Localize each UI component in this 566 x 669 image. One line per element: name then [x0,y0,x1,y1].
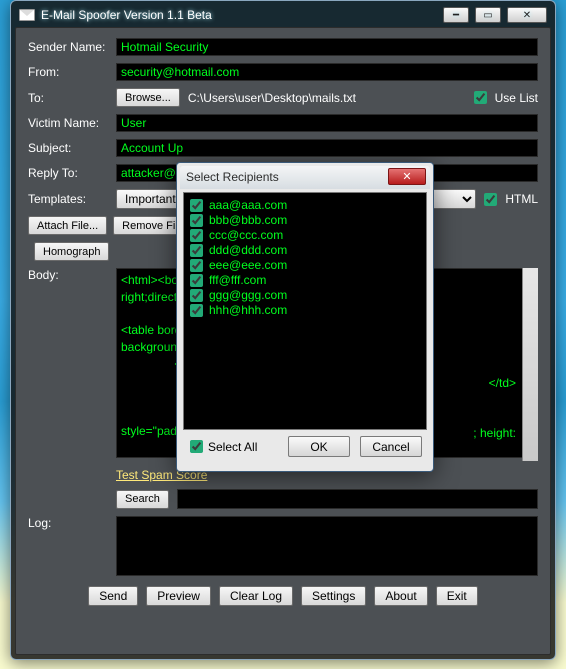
send-button[interactable]: Send [88,586,138,606]
log-area[interactable] [116,516,538,576]
reply-to-label: Reply To: [28,166,108,180]
dialog-close-button[interactable]: ✕ [388,168,426,185]
templates-label: Templates: [28,192,108,206]
clear-log-button[interactable]: Clear Log [219,586,293,606]
homograph-button[interactable]: Homograph [34,242,109,261]
recipient-row[interactable]: ddd@ddd.com [190,243,420,257]
mail-icon [19,9,35,21]
recipient-email: fff@fff.com [209,273,266,287]
titlebar: E-Mail Spoofer Version 1.1 Beta ━ ▭ ✕ [15,5,551,27]
recipient-email: ggg@ggg.com [209,288,287,302]
recipient-row[interactable]: ccc@ccc.com [190,228,420,242]
select-all-checkbox[interactable] [190,440,203,453]
minimize-button[interactable]: ━ [443,7,469,23]
body-label: Body: [28,268,108,282]
select-all-label: Select All [208,440,257,454]
exit-button[interactable]: Exit [436,586,478,606]
subject-label: Subject: [28,141,108,155]
html-checkbox[interactable] [484,193,497,206]
recipient-checkbox[interactable] [190,289,203,302]
recipient-email: ccc@ccc.com [209,228,283,242]
dialog-titlebar: Select Recipients ✕ [180,166,430,189]
use-list-label: Use List [495,91,538,105]
sender-name-input[interactable] [116,38,538,56]
select-recipients-dialog: Select Recipients ✕ aaa@aaa.combbb@bbb.c… [176,162,434,472]
dialog-title: Select Recipients [186,170,279,184]
recipient-checkbox[interactable] [190,214,203,227]
recipient-email: aaa@aaa.com [209,198,287,212]
recipient-row[interactable]: aaa@aaa.com [190,198,420,212]
preview-button[interactable]: Preview [146,586,211,606]
use-list-checkbox[interactable] [474,91,487,104]
recipient-row[interactable]: fff@fff.com [190,273,420,287]
recipient-row[interactable]: bbb@bbb.com [190,213,420,227]
subject-input[interactable] [116,139,538,157]
log-label: Log: [28,516,108,530]
about-button[interactable]: About [374,586,427,606]
html-label: HTML [505,192,538,206]
to-label: To: [28,91,108,105]
search-input[interactable] [177,489,538,509]
recipient-row[interactable]: eee@eee.com [190,258,420,272]
victim-name-label: Victim Name: [28,116,108,130]
recipient-email: eee@eee.com [209,258,287,272]
body-scrollbar[interactable] [522,268,538,461]
to-path: C:\Users\user\Desktop\mails.txt [188,91,466,105]
recipient-email: bbb@bbb.com [209,213,287,227]
attach-file-button[interactable]: Attach File... [28,216,107,235]
ok-button[interactable]: OK [288,436,350,457]
settings-button[interactable]: Settings [301,586,366,606]
recipient-email: hhh@hhh.com [209,303,287,317]
sender-name-label: Sender Name: [28,40,108,54]
window-title: E-Mail Spoofer Version 1.1 Beta [41,8,212,22]
from-label: From: [28,65,108,79]
recipient-email: ddd@ddd.com [209,243,287,257]
body-fragment-height: ; height: [473,426,516,440]
victim-name-input[interactable] [116,114,538,132]
close-button[interactable]: ✕ [507,7,547,23]
body-fragment-td: </td> [489,376,516,390]
recipient-checkbox[interactable] [190,199,203,212]
maximize-button[interactable]: ▭ [475,7,501,23]
search-button[interactable]: Search [116,490,169,509]
recipient-row[interactable]: ggg@ggg.com [190,288,420,302]
footer: Send Preview Clear Log Settings About Ex… [28,586,538,606]
recipient-checkbox[interactable] [190,274,203,287]
recipient-checkbox[interactable] [190,304,203,317]
recipient-row[interactable]: hhh@hhh.com [190,303,420,317]
recipient-checkbox[interactable] [190,244,203,257]
recipient-checkbox[interactable] [190,229,203,242]
cancel-button[interactable]: Cancel [360,436,422,457]
from-input[interactable] [116,63,538,81]
recipient-checkbox[interactable] [190,259,203,272]
recipients-list[interactable]: aaa@aaa.combbb@bbb.comccc@ccc.comddd@ddd… [183,192,427,430]
browse-button[interactable]: Browse... [116,88,180,107]
